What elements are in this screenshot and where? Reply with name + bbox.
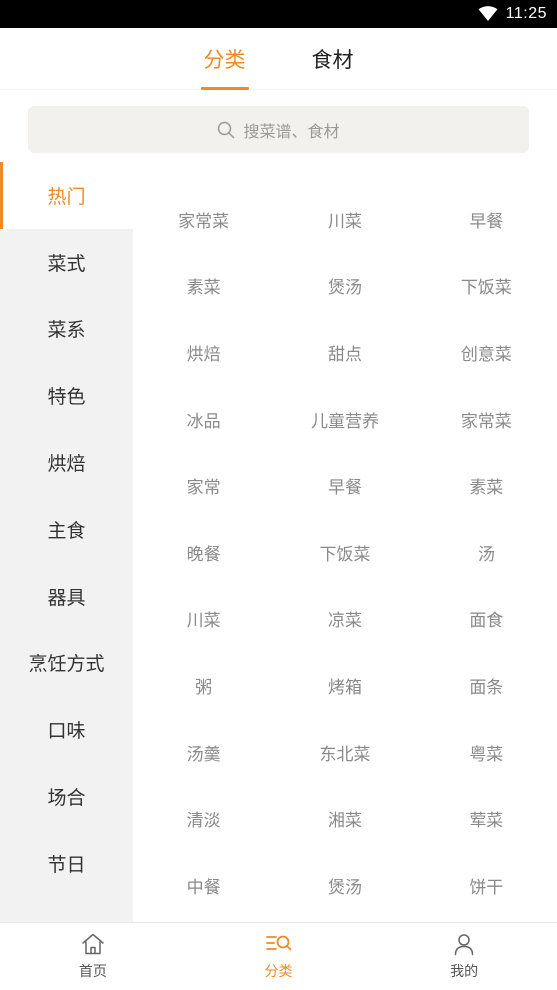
search-area: 搜菜谱、食材 <box>0 90 557 162</box>
nav-category-label: 分类 <box>264 964 293 980</box>
sidebar-item-staple[interactable]: 主食 <box>0 496 133 563</box>
grid-row: 家常菜 川菜 早餐 <box>133 186 557 253</box>
tag-item[interactable]: 粤菜 <box>416 719 557 786</box>
tag-item[interactable]: 冰品 <box>133 386 274 453</box>
sidebar-item-festival[interactable]: 节日 <box>0 830 133 897</box>
grid-row: 汤羹 东北菜 粤菜 <box>133 719 557 786</box>
nav-category[interactable]: 分类 <box>186 923 372 990</box>
grid-row: 川菜 凉菜 面食 <box>133 586 557 653</box>
tag-item[interactable]: 面食 <box>416 586 557 653</box>
sidebar-item-baking[interactable]: 烘焙 <box>0 429 133 496</box>
tag-item[interactable]: 甜点 <box>274 319 415 386</box>
tag-item[interactable]: 中餐 <box>133 852 274 919</box>
tag-item[interactable]: 粥 <box>133 652 274 719</box>
tag-grid: 家常菜 川菜 早餐 素菜 煲汤 下饭菜 烘焙 甜点 创意菜 冰品 儿童营养 家常… <box>133 162 557 922</box>
nav-home-label: 首页 <box>78 964 107 980</box>
sidebar-item-dishes[interactable]: 菜式 <box>0 229 133 296</box>
tag-item[interactable]: 下饭菜 <box>274 519 415 586</box>
grid-row: 清淡 湘菜 荤菜 <box>133 785 557 852</box>
sidebar-item-occasion[interactable]: 场合 <box>0 763 133 830</box>
tag-item[interactable]: 素菜 <box>133 253 274 320</box>
tag-item[interactable]: 饼干 <box>416 852 557 919</box>
tag-item[interactable]: 湘菜 <box>274 785 415 852</box>
tag-item[interactable]: 早餐 <box>274 452 415 519</box>
tag-item[interactable]: 汤 <box>416 519 557 586</box>
tag-item[interactable]: 煲汤 <box>274 253 415 320</box>
nav-profile-label: 我的 <box>450 964 479 980</box>
grid-row: 冰品 儿童营养 家常菜 <box>133 386 557 453</box>
sidebar-item-cuisine[interactable]: 菜系 <box>0 296 133 363</box>
sidebar-item-flavor[interactable]: 口味 <box>0 696 133 763</box>
sidebar-item-specialty[interactable]: 特色 <box>0 362 133 429</box>
category-sidebar: 热门 菜式 菜系 特色 烘焙 主食 器具 烹饪方式 口味 场合 节日 <box>0 162 133 922</box>
search-input[interactable]: 搜菜谱、食材 <box>28 106 529 153</box>
tag-item[interactable]: 清淡 <box>133 785 274 852</box>
category-icon <box>265 935 291 951</box>
status-time: 11:25 <box>505 5 547 22</box>
tag-item[interactable]: 烘焙 <box>133 319 274 386</box>
search-placeholder: 搜菜谱、食材 <box>243 121 340 141</box>
tag-item[interactable]: 烤箱 <box>274 652 415 719</box>
sidebar-item-utensils[interactable]: 器具 <box>0 563 133 630</box>
sidebar-item-hot[interactable]: 热门 <box>0 162 133 229</box>
tag-item[interactable]: 家常菜 <box>133 186 274 253</box>
top-tabs: 分类 食材 <box>0 28 557 90</box>
tag-item[interactable]: 家常菜 <box>416 386 557 453</box>
tag-item[interactable]: 凉菜 <box>274 586 415 653</box>
grid-row: 中餐 煲汤 饼干 <box>133 852 557 919</box>
tag-item[interactable]: 晚餐 <box>133 519 274 586</box>
tag-item[interactable]: 荤菜 <box>416 785 557 852</box>
tag-item[interactable]: 下饭菜 <box>416 253 557 320</box>
search-icon <box>218 121 235 138</box>
home-icon <box>82 933 104 955</box>
tag-item[interactable]: 儿童营养 <box>274 386 415 453</box>
tag-item[interactable]: 家常 <box>133 452 274 519</box>
profile-icon <box>454 934 474 956</box>
tag-item[interactable]: 东北菜 <box>274 719 415 786</box>
tag-item[interactable]: 创意菜 <box>416 319 557 386</box>
tab-ingredients[interactable]: 食材 <box>312 28 354 90</box>
grid-row: 烘焙 甜点 创意菜 <box>133 319 557 386</box>
tag-item[interactable]: 汤羹 <box>133 719 274 786</box>
tag-item[interactable]: 面条 <box>416 652 557 719</box>
bottom-nav: 首页 分类 我的 <box>0 922 557 990</box>
grid-row: 粥 烤箱 面条 <box>133 652 557 719</box>
tag-item[interactable]: 早餐 <box>416 186 557 253</box>
grid-row: 素菜 煲汤 下饭菜 <box>133 253 557 320</box>
nav-profile[interactable]: 我的 <box>371 923 557 990</box>
grid-row: 家常 早餐 素菜 <box>133 452 557 519</box>
tab-category[interactable]: 分类 <box>204 28 246 90</box>
tag-item[interactable]: 煲汤 <box>274 852 415 919</box>
status-bar: 11:25 <box>0 0 557 28</box>
tag-item[interactable]: 川菜 <box>274 186 415 253</box>
tag-item[interactable]: 素菜 <box>416 452 557 519</box>
grid-row: 晚餐 下饭菜 汤 <box>133 519 557 586</box>
sidebar-item-cooking-method[interactable]: 烹饪方式 <box>0 630 133 697</box>
nav-home[interactable]: 首页 <box>0 923 186 990</box>
wifi-icon <box>478 6 498 21</box>
tag-item[interactable]: 川菜 <box>133 586 274 653</box>
